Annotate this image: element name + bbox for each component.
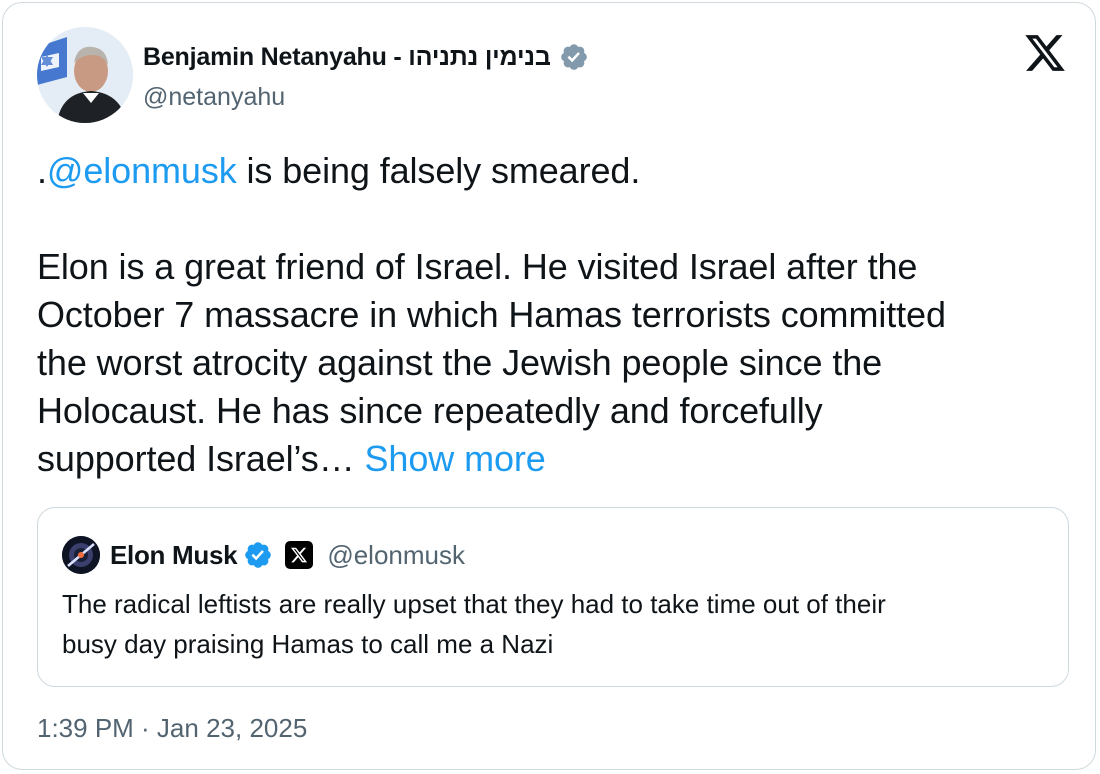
- gray-verified-badge-icon: [560, 44, 587, 70]
- tweet-line: October 7 massacre in which Hamas terror…: [37, 294, 946, 335]
- tweet-body: .@elonmusk is being falsely smeared. Elo…: [37, 147, 1077, 483]
- quote-body: The radical leftists are really upset th…: [62, 584, 1052, 664]
- author-avatar[interactable]: [37, 27, 133, 123]
- x-logo-icon[interactable]: [1023, 31, 1067, 75]
- quote-handle[interactable]: @elonmusk: [327, 540, 465, 571]
- tweet-line: Holocaust. He has since repeatedly and f…: [37, 390, 823, 431]
- tweet-line: supported Israel’s… Show more: [37, 435, 1077, 483]
- quote-author-avatar[interactable]: [62, 536, 100, 574]
- x-affiliate-badge-icon: [285, 541, 314, 569]
- tweet-prefix: .: [37, 150, 47, 191]
- quoted-tweet[interactable]: Elon Musk @elonmusk The radical leftists…: [37, 507, 1069, 687]
- mention-link[interactable]: @elonmusk: [47, 150, 237, 191]
- quote-line: The radical leftists are really upset th…: [62, 589, 886, 619]
- tweet-timestamp[interactable]: 1:39 PM · Jan 23, 2025: [37, 713, 307, 744]
- paragraph-break: [37, 195, 1077, 243]
- quote-header: Elon Musk @elonmusk: [110, 536, 465, 574]
- tweet-line: .@elonmusk is being falsely smeared.: [37, 147, 1077, 195]
- show-more-link[interactable]: Show more: [365, 438, 546, 479]
- quote-avatar-icon: [62, 536, 100, 574]
- blue-verified-badge-icon: [245, 542, 272, 568]
- avatar-photo-icon: [37, 27, 133, 123]
- tweet-last-line: supported Israel’s…: [37, 438, 365, 479]
- tweet-line: the worst atrocity against the Jewish pe…: [37, 342, 883, 383]
- tweet-line: Elon is a great friend of Israel. He vis…: [37, 246, 918, 287]
- tweet-line1-rest: is being falsely smeared.: [236, 150, 641, 191]
- author-display-name[interactable]: Benjamin Netanyahu - בנימין נתניהו: [143, 43, 551, 72]
- x-mini-logo-icon: [291, 547, 308, 563]
- quote-line: busy day praising Hamas to call me a Naz…: [62, 629, 554, 659]
- author-name-row: Benjamin Netanyahu - בנימין נתניהו: [143, 37, 589, 77]
- author-handle[interactable]: @netanyahu: [143, 83, 285, 112]
- tweet-card: Benjamin Netanyahu - בנימין נתניהו @neta…: [2, 2, 1096, 770]
- quote-display-name[interactable]: Elon Musk: [110, 540, 238, 571]
